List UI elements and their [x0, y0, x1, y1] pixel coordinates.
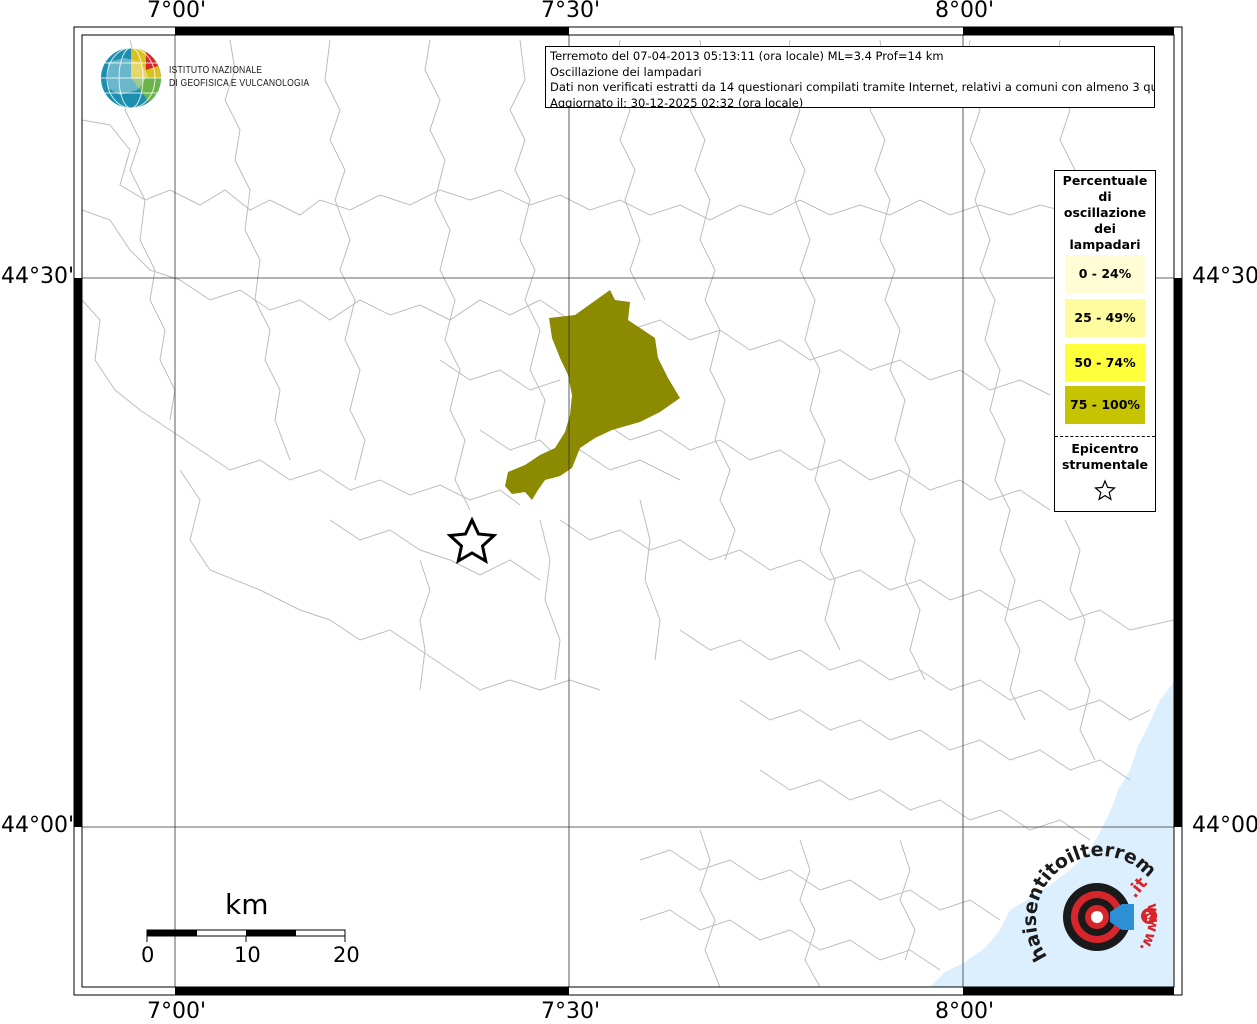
event-info-box: Terremoto del 07-04-2013 05:13:11 (ora l… [545, 46, 1155, 108]
scale-tick-10: 10 [234, 943, 261, 967]
scale-tick-20: 20 [333, 943, 360, 967]
legend-item-0-24: 0 - 24% [1065, 255, 1145, 293]
event-info-line-1: Terremoto del 07-04-2013 05:13:11 (ora l… [550, 49, 944, 63]
lat-label-right-2: 44°00' [1192, 813, 1257, 838]
legend-star-icon [1094, 479, 1116, 501]
lon-label-bottom-2: 7°30' [541, 999, 601, 1024]
event-info-line-3: Dati non verificati estratti da 14 quest… [550, 80, 1155, 94]
lon-label-top-2: 7°30' [541, 0, 601, 23]
ingv-globe-logo [101, 47, 161, 109]
lat-label-right-1: 44°30' [1192, 264, 1257, 289]
ingv-line-1: ISTITUTO NAZIONALE [169, 64, 263, 76]
lon-label-bottom-1: 7°00' [147, 999, 207, 1024]
event-info-line-2: Oscillazione dei lampadari [550, 64, 702, 79]
event-info-line-4: Aggiornato il: 30-12-2025 02:32 (ora loc… [550, 95, 804, 108]
lon-label-top-1: 7°00' [147, 0, 207, 23]
ingv-logo-text: ISTITUTO NAZIONALE DI GEOFISICA E VULCAN… [169, 64, 309, 90]
lat-label-left-2: 44°00' [1, 813, 75, 838]
scale-unit: km [225, 888, 269, 921]
legend-item-25-49: 25 - 49% [1065, 299, 1145, 337]
legend-item-50-74: 50 - 74% [1065, 344, 1145, 382]
lat-label-left-1: 44°30' [1, 264, 75, 289]
legend-epicenter-label: Epicentro strumentale [1061, 441, 1149, 472]
scale-tick-0: 0 [141, 943, 155, 967]
legend-item-75-100: 75 - 100% [1065, 386, 1145, 424]
lon-label-bottom-3: 8°00' [935, 999, 995, 1024]
legend-separator [1055, 436, 1155, 437]
lon-label-top-3: 8°00' [935, 0, 995, 23]
legend-title: Percentuale di oscillazione dei lampadar… [1062, 173, 1148, 252]
map-canvas: haisentitoilterremoto .it ? www. [0, 0, 1183, 996]
legend: Percentuale di oscillazione dei lampadar… [1054, 170, 1156, 512]
ingv-line-2: DI GEOFISICA E VULCANOLOGIA [169, 77, 310, 89]
